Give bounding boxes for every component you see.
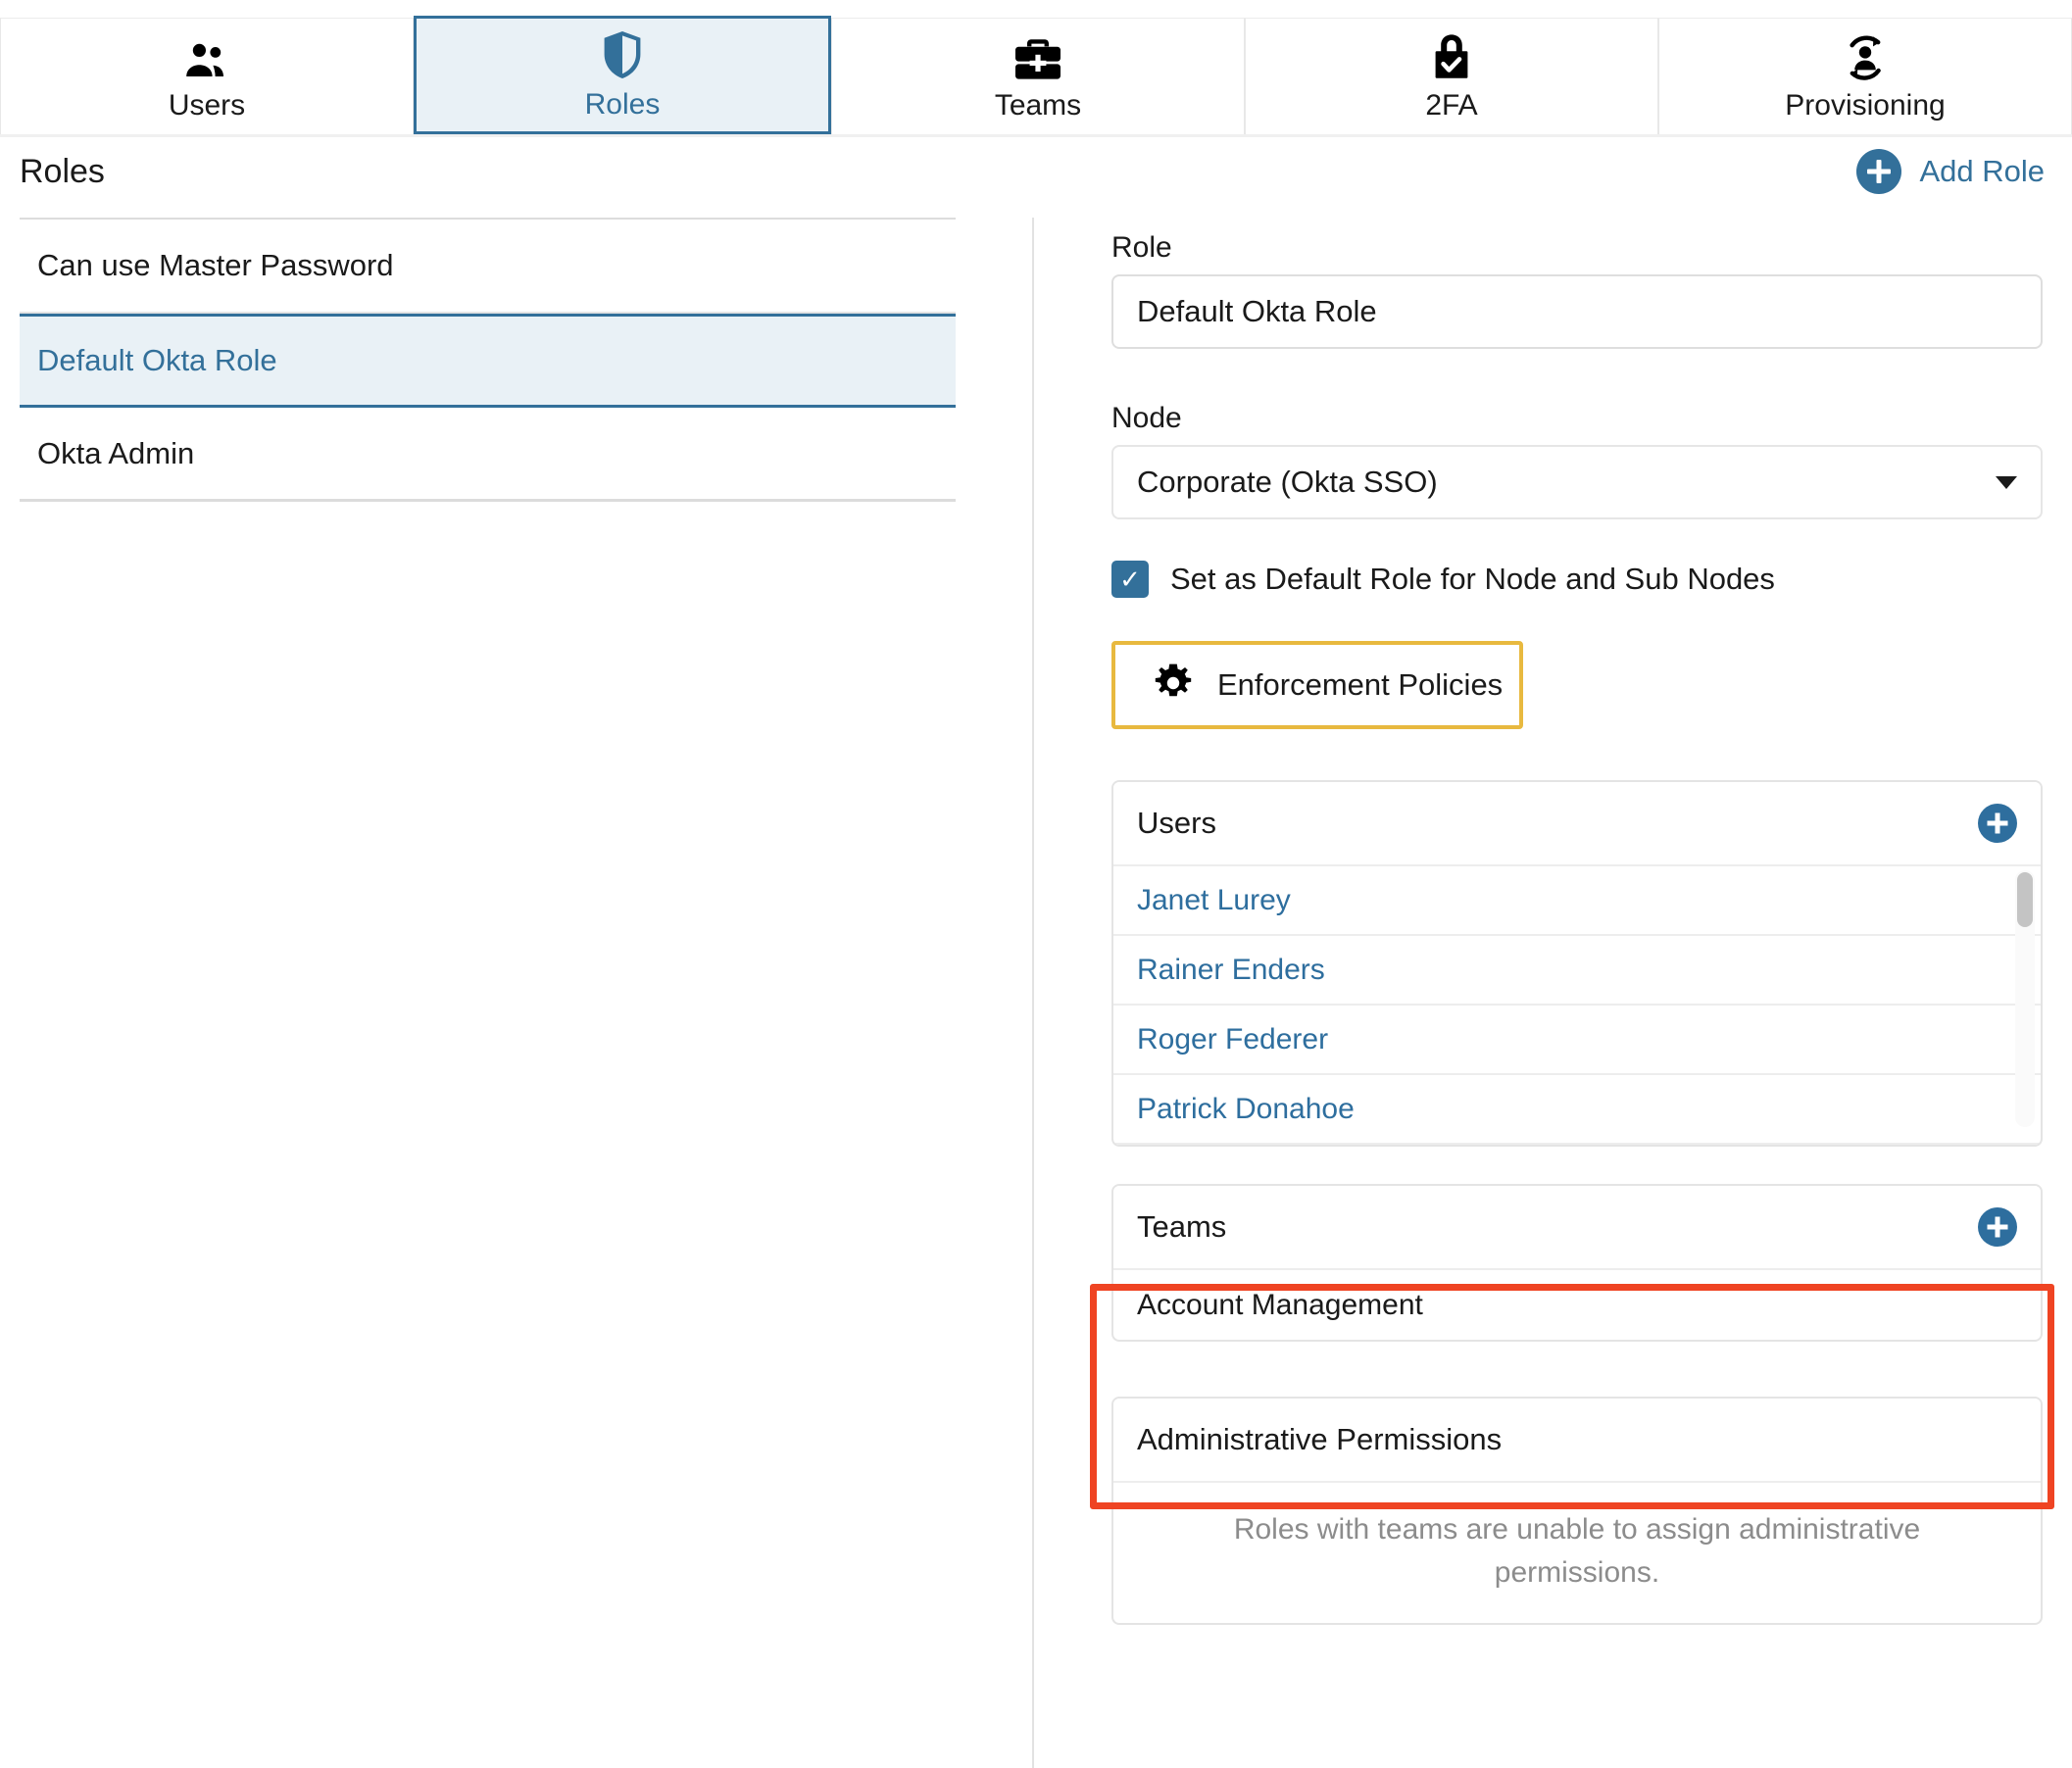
user-list-item[interactable]: Rainer Enders <box>1113 936 2041 1006</box>
default-role-checkbox-label: Set as Default Role for Node and Sub Nod… <box>1170 562 1775 596</box>
enforcement-policies-label: Enforcement Policies <box>1217 667 1504 702</box>
role-detail-pane: Role Default Okta Role Node Corporate (O… <box>1111 231 2043 1625</box>
node-select[interactable]: Corporate (Okta SSO) <box>1111 445 2043 519</box>
tab-label: Users <box>168 89 246 122</box>
tab-label: Roles <box>584 87 661 121</box>
briefcase-icon <box>1013 28 1062 81</box>
teams-card-header: Teams <box>1113 1186 2041 1270</box>
role-list-item-okta-admin[interactable]: Okta Admin <box>20 408 956 502</box>
page-header: Roles Add Role <box>0 143 2072 212</box>
user-list-item[interactable]: Roger Federer <box>1113 1006 2041 1075</box>
user-name: Rainer Enders <box>1137 953 1325 986</box>
plus-circle-icon <box>1856 149 1902 194</box>
node-field-label: Node <box>1111 402 1182 434</box>
add-user-button[interactable] <box>1978 804 2017 843</box>
role-item-label: Can use Master Password <box>37 248 394 282</box>
role-list-item-can-use-master-password[interactable]: Can use Master Password <box>20 220 956 314</box>
lock-check-icon <box>1430 28 1473 81</box>
user-list-item[interactable]: Patrick Donahoe <box>1113 1075 2041 1145</box>
add-role-label: Add Role <box>1919 154 2045 188</box>
tab-label: 2FA <box>1425 89 1478 122</box>
tab-2fa[interactable]: 2FA <box>1245 18 1658 134</box>
user-name: Patrick Donahoe <box>1137 1092 1355 1125</box>
roles-list: Can use Master Password Default Okta Rol… <box>20 220 956 502</box>
user-list-item[interactable]: Janet Lurey <box>1113 866 2041 936</box>
shield-icon <box>601 27 644 80</box>
teams-card-body: Account Management <box>1113 1270 2041 1340</box>
team-list-item[interactable]: Account Management <box>1113 1270 2041 1340</box>
administrative-permissions-note: Roles with teams are unable to assign ad… <box>1233 1513 1921 1589</box>
users-card-body: Janet Lurey Rainer Enders Roger Federer … <box>1113 866 2041 1145</box>
default-role-checkbox[interactable]: ✓ <box>1111 561 1149 598</box>
user-sync-icon <box>1840 28 1891 81</box>
users-scrollbar[interactable] <box>2015 870 2035 1127</box>
user-name: Janet Lurey <box>1137 883 1291 916</box>
tab-roles[interactable]: Roles <box>414 16 831 134</box>
team-name: Account Management <box>1137 1288 1423 1321</box>
enforcement-policies-button[interactable]: Enforcement Policies <box>1111 641 1523 729</box>
users-icon <box>183 28 230 81</box>
teams-card: Teams Account Management <box>1111 1184 2043 1342</box>
chevron-down-icon <box>1996 475 2017 489</box>
role-name-input[interactable]: Default Okta Role <box>1111 274 2043 349</box>
tab-users[interactable]: Users <box>0 18 414 134</box>
users-card-header: Users <box>1113 782 2041 866</box>
add-role-button[interactable]: Add Role <box>1856 149 2045 194</box>
default-role-checkbox-row[interactable]: ✓ Set as Default Role for Node and Sub N… <box>1111 561 2043 598</box>
administrative-permissions-title: Administrative Permissions <box>1137 1422 1503 1456</box>
tab-provisioning[interactable]: Provisioning <box>1658 18 2072 134</box>
role-list-item-default-okta-role[interactable]: Default Okta Role <box>20 314 956 408</box>
add-team-button[interactable] <box>1978 1207 2017 1247</box>
tab-teams[interactable]: Teams <box>831 18 1245 134</box>
teams-card-title: Teams <box>1137 1209 1227 1244</box>
users-card: Users Janet Lurey Rainer Enders Roger Fe… <box>1111 780 2043 1147</box>
users-card-title: Users <box>1137 806 1216 840</box>
role-item-label: Default Okta Role <box>37 343 277 377</box>
tab-label: Provisioning <box>1785 89 1946 122</box>
main-tabbar: Users Roles Teams 2FA Provisioning <box>0 0 2072 137</box>
role-field-label: Role <box>1111 231 1172 264</box>
user-name: Roger Federer <box>1137 1022 1329 1056</box>
node-select-value: Corporate (Okta SSO) <box>1137 465 1438 499</box>
role-item-label: Okta Admin <box>37 435 195 470</box>
administrative-permissions-header: Administrative Permissions <box>1113 1399 2041 1483</box>
page-title: Roles <box>20 153 105 190</box>
administrative-permissions-card: Administrative Permissions Roles with te… <box>1111 1397 2043 1625</box>
tab-label: Teams <box>994 89 1082 122</box>
pane-divider <box>1032 218 1034 1768</box>
gear-icon <box>1153 663 1194 709</box>
users-scrollbar-thumb[interactable] <box>2017 872 2033 927</box>
